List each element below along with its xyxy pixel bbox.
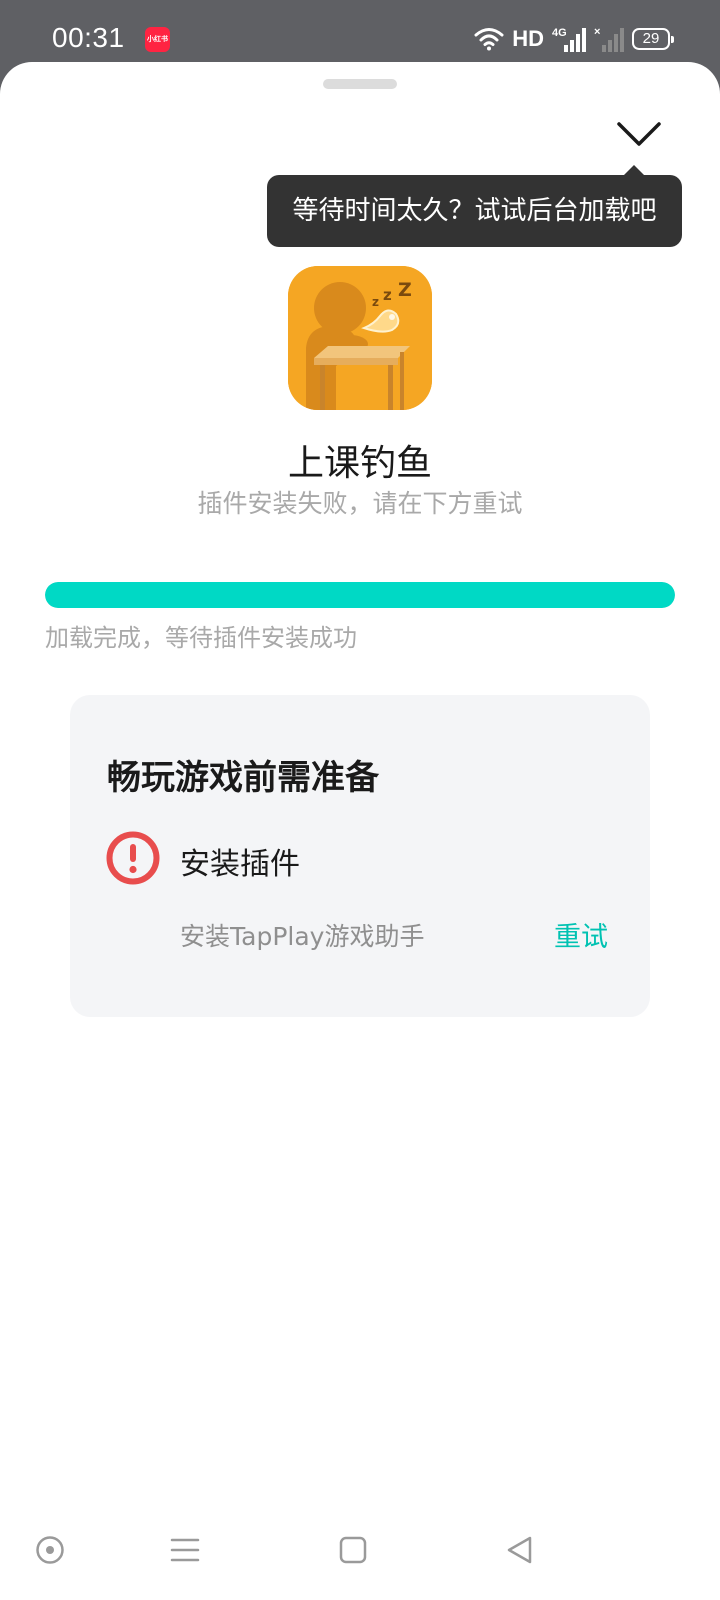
back-button[interactable] <box>490 1520 550 1580</box>
progress-fill <box>45 582 675 608</box>
wifi-icon <box>474 28 504 51</box>
svg-text:×: × <box>594 26 600 38</box>
app-notification-icon: 小红书 <box>145 27 170 52</box>
back-icon <box>507 1536 532 1564</box>
loading-progress-bar <box>45 582 675 608</box>
retry-button[interactable]: 重试 <box>554 915 608 954</box>
install-plugin-description: 安装TapPlay游戏助手 <box>180 922 425 951</box>
status-time: 00:31 <box>52 22 125 53</box>
error-icon <box>106 831 160 885</box>
signal-4g-icon: 4G <box>552 27 586 52</box>
signal-empty-icon: × <box>594 26 624 52</box>
cell-label: 4G <box>552 27 567 39</box>
menu-button[interactable] <box>155 1520 215 1580</box>
loading-sheet: 等待时间太久？试试后台加载吧 z z Z 上课钓鱼 插件安装失败，请在下方重试 <box>0 62 720 1600</box>
svg-text:Z: Z <box>398 279 412 301</box>
sleeping-student-icon: z z Z <box>288 266 432 410</box>
status-indicators: HD 4G × 29 <box>474 24 674 54</box>
home-icon <box>339 1536 367 1564</box>
assistant-icon <box>36 1536 64 1564</box>
home-button[interactable] <box>323 1520 383 1580</box>
assistant-button[interactable] <box>20 1520 80 1580</box>
svg-text:z: z <box>383 286 392 304</box>
battery-indicator: 29 <box>632 28 674 50</box>
system-nav-bar <box>0 1500 720 1600</box>
game-title: 上课钓鱼 <box>287 443 432 484</box>
install-failed-message: 插件安装失败，请在下方重试 <box>197 489 523 518</box>
install-plugin-label: 安装插件 <box>180 847 300 882</box>
menu-icon <box>170 1538 200 1562</box>
collapse-button[interactable] <box>612 112 666 156</box>
progress-status-text: 加载完成，等待插件安装成功 <box>45 624 357 652</box>
chevron-down-icon <box>617 122 661 146</box>
background-load-tooltip[interactable]: 等待时间太久？试试后台加载吧 <box>267 165 682 247</box>
preparation-title: 畅玩游戏前需准备 <box>107 758 379 798</box>
hd-indicator: HD <box>512 26 544 51</box>
drag-handle[interactable] <box>323 79 397 89</box>
preparation-card: 畅玩游戏前需准备 安装插件 安装TapPlay游戏助手 重试 <box>70 695 650 1017</box>
svg-text:z: z <box>372 295 379 309</box>
